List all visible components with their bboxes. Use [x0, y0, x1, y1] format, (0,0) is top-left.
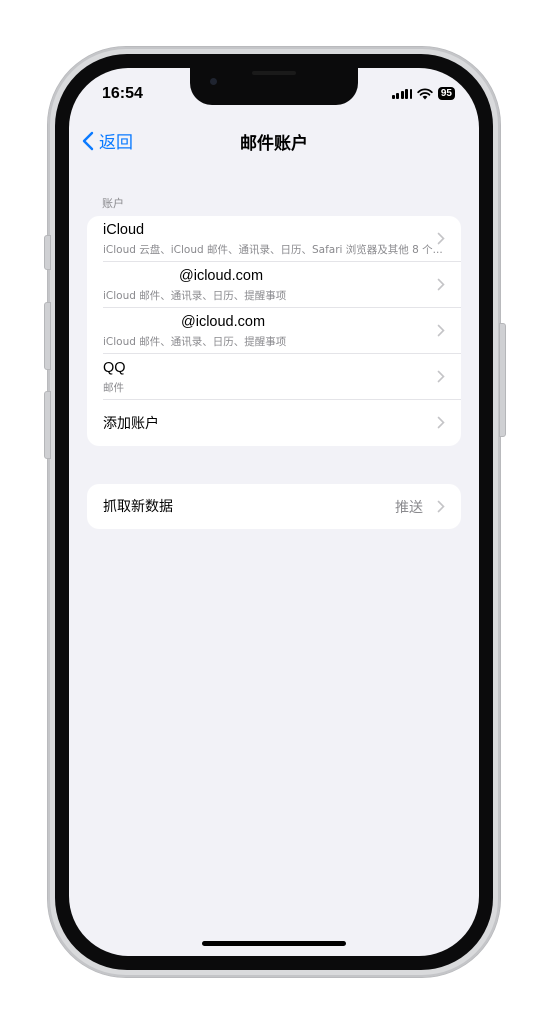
fetch-new-data-row[interactable]: 抓取新数据 推送 — [87, 484, 461, 529]
account-row-icloud[interactable]: iCloud iCloud 云盘、iCloud 邮件、通讯录、日历、Safari… — [87, 216, 461, 262]
add-account-label: 添加账户 — [103, 416, 159, 432]
account-subtitle: iCloud 邮件、通讯录、日历、提醒事项 — [103, 290, 287, 302]
front-camera — [210, 78, 217, 85]
screen: 16:54 95 返回 邮件账户 账户 iCloud iCloud 云盘、iCl… — [69, 68, 479, 956]
chevron-right-icon — [437, 416, 445, 429]
account-row-icloud-mail-2[interactable]: @icloud.com iCloud 邮件、通讯录、日历、提醒事项 — [87, 308, 461, 354]
account-row-qq[interactable]: QQ 邮件 — [87, 354, 461, 400]
battery-icon: 95 — [437, 87, 455, 100]
silent-switch — [44, 235, 51, 270]
status-time: 16:54 — [102, 85, 143, 102]
earpiece-speaker — [252, 71, 296, 75]
add-account-row[interactable]: 添加账户 — [87, 400, 461, 446]
account-title: QQ — [103, 360, 126, 376]
account-row-icloud-mail-1[interactable]: @icloud.com iCloud 邮件、通讯录、日历、提醒事项 — [87, 262, 461, 308]
chevron-right-icon — [437, 278, 445, 291]
account-subtitle: 邮件 — [103, 382, 124, 394]
volume-up-button — [44, 302, 51, 370]
chevron-right-icon — [437, 370, 445, 383]
volume-down-button — [44, 391, 51, 459]
account-title: iCloud — [103, 222, 145, 238]
accounts-list: iCloud iCloud 云盘、iCloud 邮件、通讯录、日历、Safari… — [87, 216, 461, 446]
power-button — [499, 323, 506, 437]
account-title: @icloud.com — [179, 268, 264, 284]
page-title: 邮件账户 — [240, 134, 308, 154]
accounts-section-header: 账户 — [102, 197, 124, 210]
account-title: @icloud.com — [181, 314, 266, 330]
chevron-right-icon — [437, 324, 445, 337]
fetch-new-data-group: 抓取新数据 推送 — [87, 484, 461, 529]
chevron-right-icon — [437, 232, 445, 245]
fetch-new-data-label: 抓取新数据 — [103, 499, 173, 515]
wifi-icon — [417, 87, 433, 99]
navigation-bar: 返回 邮件账户 — [69, 126, 479, 160]
account-subtitle: iCloud 邮件、通讯录、日历、提醒事项 — [103, 336, 287, 348]
status-icons: 95 — [391, 87, 455, 100]
fetch-new-data-value: 推送 — [395, 500, 423, 516]
chevron-right-icon — [437, 500, 445, 513]
cellular-signal-icon — [391, 88, 412, 99]
notch — [190, 68, 358, 105]
account-subtitle: iCloud 云盘、iCloud 邮件、通讯录、日历、Safari 浏览器及其他… — [103, 244, 443, 256]
home-indicator[interactable] — [202, 941, 346, 946]
